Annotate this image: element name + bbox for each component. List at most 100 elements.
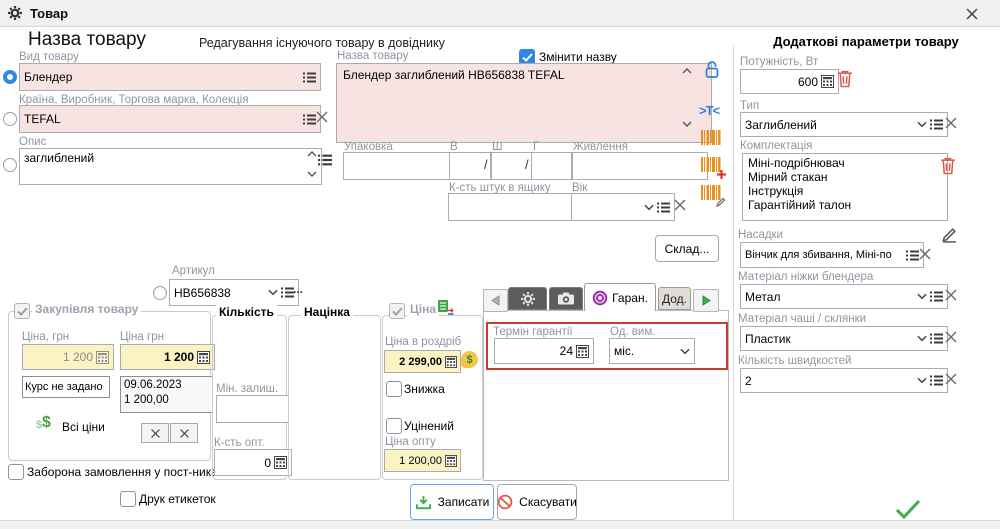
close-button[interactable] [962,5,982,23]
name-scroll-down-icon[interactable] [682,121,692,127]
ban-supplier-checkbox[interactable] [8,464,24,480]
chevron-down-icon[interactable] [917,335,927,342]
wholesale-price-field[interactable]: 1 200,00 [384,449,461,472]
description-radio[interactable] [3,158,17,172]
article-radio[interactable] [153,286,167,300]
speeds-combo[interactable]: 2 [740,368,948,393]
retail-price-field[interactable]: 2 299,00 [384,350,461,373]
bundle-listbox[interactable]: Міні-подрібнювач Мірний стакан Інструкці… [742,153,948,221]
list-item[interactable]: Інструкція [748,184,942,198]
description-field[interactable]: заглиблений [19,148,322,185]
speeds-clear-icon[interactable] [944,372,958,386]
clear-price-box-1[interactable] [141,423,169,443]
article-more-button[interactable]: ... [293,282,303,296]
name-textarea[interactable]: Блендер заглиблений HB656838 TEFAL [336,63,712,143]
list-icon[interactable] [930,333,943,344]
chevron-down-icon[interactable] [917,121,927,128]
list-icon[interactable] [930,119,943,130]
kind-label: Вид товару [19,51,79,63]
tabs-scroll-left-button[interactable] [483,289,508,312]
all-prices-link[interactable]: Всі ціни [62,420,105,434]
chevron-down-icon[interactable] [917,377,927,384]
barcode-edit-icon[interactable] [701,185,723,203]
bowl-material-combo[interactable]: Пластик [740,326,948,351]
age-combo[interactable] [571,193,675,221]
fit-text-icon[interactable]: >T< [699,103,719,118]
min-stock-field[interactable] [216,395,289,423]
list-icon[interactable] [303,72,316,83]
calculator-icon[interactable] [576,345,589,358]
tab-photo[interactable] [549,287,583,310]
per-box-field[interactable] [448,193,576,221]
attachments-clear-icon[interactable] [918,247,932,261]
brand-clear-icon[interactable] [315,110,329,124]
article-combo[interactable]: HB656838 [169,279,299,306]
list-item[interactable]: Міні-подрібнювач [748,156,942,170]
barcode-icon[interactable] [701,130,723,148]
tab-settings[interactable] [508,287,547,310]
gear-icon [521,292,535,306]
lock-icon[interactable] [704,60,720,79]
chevron-down-icon[interactable] [644,204,654,211]
kind-field[interactable]: Блендер [19,63,321,91]
print-labels-checkbox[interactable] [120,491,136,507]
packaging-field[interactable] [343,152,457,180]
price-checkbox[interactable] [389,303,405,319]
edit-pencil-icon[interactable] [941,226,958,243]
description-list-icon[interactable] [318,154,332,166]
trash-icon[interactable] [940,156,956,175]
save-button[interactable]: Записати [410,484,494,520]
power-supply-field[interactable] [572,152,708,180]
list-icon[interactable] [657,202,670,213]
attachments-field[interactable]: Вінчик для збивання, Міні-по [740,242,924,268]
trash-icon[interactable] [837,69,853,88]
clear-price-box-2[interactable] [170,423,198,443]
purchase-price2-field[interactable]: 1 200 [120,344,215,370]
calculator-icon[interactable] [96,351,109,364]
calculator-icon[interactable] [821,75,834,88]
discount-checkbox[interactable] [386,381,402,397]
barcode-add-icon[interactable] [701,157,723,175]
kind-radio[interactable] [3,70,17,84]
list-icon[interactable] [930,375,943,386]
calculator-icon[interactable] [445,356,457,368]
chevron-down-icon[interactable] [268,289,278,296]
purchase-checkbox[interactable] [14,303,30,319]
markdown-checkbox[interactable] [386,418,402,434]
leg-material-combo[interactable]: Метал [740,284,948,309]
name-scroll-up-icon[interactable] [682,68,692,74]
chevron-down-icon[interactable] [917,293,927,300]
power-field[interactable]: 600 [740,69,839,94]
calculator-icon[interactable] [274,456,287,469]
confirm-check-icon[interactable] [895,499,921,519]
brand-radio[interactable] [3,112,17,126]
unit-label: Од. вим. [610,326,655,338]
list-item[interactable]: Мірний стакан [748,170,942,184]
tab-warranty[interactable]: Гаран. [584,283,656,311]
leg-material-clear-icon[interactable] [944,288,958,302]
depth-field[interactable] [531,152,572,180]
type-clear-icon[interactable] [944,116,958,130]
tabs-scroll-right-button[interactable] [693,289,719,312]
scroll-down-icon[interactable] [307,171,317,177]
scroll-up-icon[interactable] [307,151,317,157]
calculator-icon[interactable] [197,351,210,364]
list-icon[interactable] [930,291,943,302]
dollar-icon[interactable]: $ [42,414,51,432]
warranty-term-field[interactable]: 24 [494,338,594,364]
cancel-button[interactable]: Скасувати [497,484,577,520]
brand-field[interactable]: TEFAL [19,105,321,133]
wholesale-qty-field[interactable]: 0 [214,449,292,476]
bowl-material-clear-icon[interactable] [944,330,958,344]
price-list-icon[interactable] [438,300,455,316]
stock-button[interactable]: Склад... [655,235,719,262]
chevron-down-icon[interactable] [680,348,690,355]
money-icon[interactable]: $ [461,351,478,368]
calculator-icon[interactable] [445,455,457,467]
tab-additional[interactable]: Дод. [658,287,691,310]
type-combo[interactable]: Заглиблений [740,112,948,137]
age-clear-icon[interactable] [673,198,687,212]
unit-combo[interactable]: міс. [609,338,695,364]
list-item[interactable]: Гарантійний талон [748,198,942,212]
purchase-price-field[interactable]: 1 200 [22,344,114,370]
